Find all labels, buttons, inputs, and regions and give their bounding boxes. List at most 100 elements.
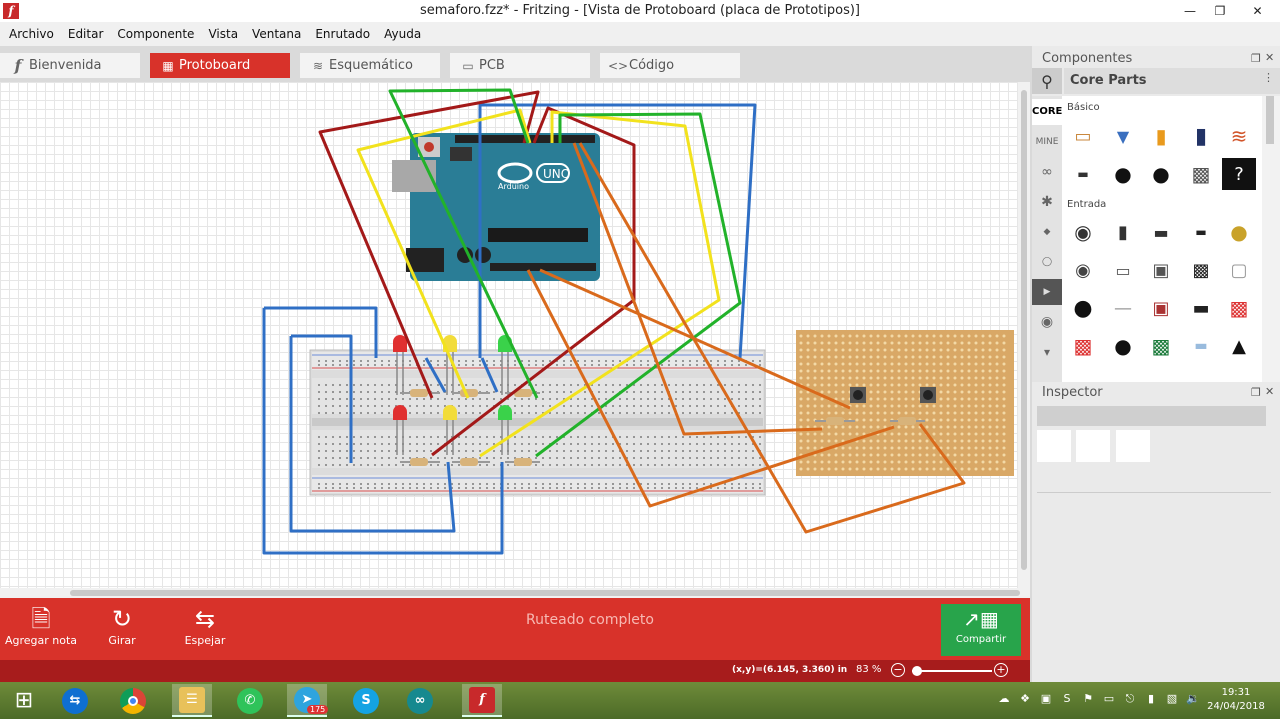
header-part-icon[interactable]: ▬ <box>1184 216 1218 248</box>
switch-part-icon[interactable]: ▩ <box>1184 254 1218 286</box>
trimmer-part-icon[interactable]: ▮ <box>1106 216 1140 248</box>
mystery-part-icon[interactable]: ? <box>1222 158 1256 190</box>
rotate-button[interactable]: ↻ Girar <box>82 604 162 656</box>
display-icon[interactable]: ▭ <box>1101 692 1117 708</box>
battery-icon[interactable]: ▮ <box>1143 692 1159 708</box>
menu-editar[interactable]: Editar <box>61 27 111 41</box>
tilt-sensor-part-icon[interactable]: ▢ <box>1222 254 1256 286</box>
fritzing-bin-icon[interactable]: ✱ <box>1032 189 1062 215</box>
menu-vista[interactable]: Vista <box>201 27 245 41</box>
zoom-slider[interactable] <box>912 670 992 672</box>
potentiometer-part-icon[interactable]: ◉ <box>1066 216 1100 248</box>
bin-tab-mine[interactable]: MINE <box>1032 129 1062 155</box>
usb-icon[interactable]: ⎋ <box>1122 692 1138 708</box>
wire-part-icon[interactable]: — <box>1106 292 1140 324</box>
parts-search-button[interactable]: ⚲ <box>1032 68 1062 94</box>
teamviewer-taskbar-button[interactable]: ⇆ <box>55 684 95 717</box>
reed-switch-part-icon[interactable]: ▬ <box>1184 330 1218 362</box>
components-float-icon[interactable]: ❐ <box>1251 52 1261 65</box>
rotary-encoder-part-icon[interactable]: ◉ <box>1066 254 1100 286</box>
pnp-transistor-part-icon[interactable]: ● <box>1106 158 1140 190</box>
menu-componente[interactable]: Componente <box>110 27 201 41</box>
flag-icon[interactable]: ⚑ <box>1080 692 1096 708</box>
gps-module-part-icon[interactable]: ▩ <box>1144 330 1178 362</box>
tab-protoboard[interactable]: ▦ Protoboard <box>150 53 290 78</box>
arduino-ide-taskbar-button[interactable]: ∞ <box>400 684 440 717</box>
close-button[interactable]: ✕ <box>1235 0 1280 22</box>
pushbutton-2[interactable] <box>920 387 936 403</box>
restore-button[interactable]: ❐ <box>1205 0 1235 22</box>
arduino-uno-board[interactable]: UNO Arduino <box>392 133 600 281</box>
intel-bin-icon[interactable]: ◯ <box>1032 249 1062 275</box>
inductor-part-icon[interactable]: ≋ <box>1222 120 1256 152</box>
bin-menu-icon[interactable]: ⋮ <box>1263 71 1274 84</box>
arduino-bin-icon[interactable]: ∞ <box>1032 159 1062 185</box>
contrib-bin-icon[interactable]: ◉ <box>1032 309 1062 335</box>
seeed-bin-icon[interactable]: ◆ <box>1032 219 1062 245</box>
inspector-title-field <box>1037 406 1266 426</box>
start-button[interactable]: ⊞ <box>4 684 44 717</box>
npn-transistor-part-icon[interactable]: ● <box>1144 158 1178 190</box>
play-bin-icon[interactable]: ▶ <box>1032 279 1062 305</box>
cursor-coordinates: (x,y)=(6.145, 3.360) in <box>732 665 848 675</box>
menu-ventana[interactable]: Ventana <box>245 27 308 41</box>
file-explorer-taskbar-button[interactable]: ☰ <box>172 684 212 717</box>
accelerometer-part-icon[interactable]: ▩ <box>1066 330 1100 362</box>
signal-icon[interactable]: ▧ <box>1164 692 1180 708</box>
add-note-button[interactable]: 🗎 Agregar nota <box>1 604 81 656</box>
fritzing-taskbar-button[interactable]: f <box>462 684 502 717</box>
slide-switch-part-icon[interactable]: ▬ <box>1144 216 1178 248</box>
dropbox-icon[interactable]: ❖ <box>1017 692 1033 708</box>
components-close-icon[interactable]: ✕ <box>1265 51 1274 64</box>
bin-tab-core[interactable]: CORE <box>1032 99 1062 125</box>
share-button[interactable]: ↗▦ Compartir <box>941 604 1021 656</box>
sensor-board-part-icon[interactable]: ▩ <box>1222 292 1256 324</box>
network-share-icon[interactable]: ▣ <box>1038 692 1054 708</box>
electrolytic-capacitor-part-icon[interactable]: ▮ <box>1144 120 1178 152</box>
photocell-part-icon[interactable]: ▣ <box>1144 292 1178 324</box>
zoom-slider-knob[interactable] <box>912 666 922 676</box>
onedrive-icon[interactable]: ☁ <box>996 692 1012 708</box>
perfboard[interactable] <box>796 330 1014 476</box>
more-bins-icon[interactable]: ▾ <box>1032 339 1062 365</box>
tab-esquematico[interactable]: ≋ Esquemático <box>300 53 440 78</box>
power-transistor-part-icon[interactable]: ▩ <box>1184 158 1218 190</box>
chrome-taskbar-button[interactable] <box>113 684 153 717</box>
arduino-brand-label: Arduino <box>498 182 529 191</box>
menu-archivo[interactable]: Archivo <box>2 27 61 41</box>
flip-button[interactable]: ⇆ Espejar <box>165 604 245 656</box>
breadboard-canvas[interactable]: UNO Arduino <box>0 82 1030 598</box>
system-clock[interactable]: 19:31 24/04/2018 <box>1198 686 1274 714</box>
inspector-close-icon[interactable]: ✕ <box>1265 385 1274 398</box>
tab-codigo[interactable]: <> Código <box>600 53 740 78</box>
inspector-float-icon[interactable]: ❐ <box>1251 386 1261 399</box>
skype-taskbar-button[interactable]: S <box>346 684 386 717</box>
pushbutton-1[interactable] <box>850 387 866 403</box>
menu-ayuda[interactable]: Ayuda <box>377 27 428 41</box>
diode-part-icon[interactable]: ▬ <box>1066 158 1100 190</box>
skype-tray-icon[interactable]: S <box>1059 692 1075 708</box>
menu-enrutado[interactable]: Enrutado <box>308 27 377 41</box>
temperature-sensor-part-icon[interactable]: ● <box>1106 330 1140 362</box>
tab-pcb[interactable]: ▭ PCB <box>450 53 590 78</box>
buzzer-part-icon[interactable]: ● <box>1222 216 1256 248</box>
telegram-taskbar-button[interactable]: ➤ 175 <box>287 684 329 717</box>
parts-scroll-thumb[interactable] <box>1266 96 1274 144</box>
tab-bienvenida[interactable]: f Bienvenida <box>0 53 140 78</box>
minimize-button[interactable]: — <box>1175 0 1205 22</box>
canvas-horizontal-scroll-thumb[interactable] <box>70 590 1020 596</box>
zoom-out-button[interactable]: − <box>891 663 905 677</box>
pushbutton-part-icon[interactable]: ▣ <box>1144 254 1178 286</box>
whatsapp-taskbar-button[interactable]: ✆ <box>230 684 270 717</box>
teamviewer-icon: ⇆ <box>62 687 88 714</box>
toggle-switch-part-icon[interactable]: ▭ <box>1106 254 1140 286</box>
ceramic-capacitor-part-icon[interactable]: ▼ <box>1106 120 1140 152</box>
joystick-part-icon[interactable]: ● <box>1066 292 1100 324</box>
resistor-part-icon[interactable]: ▭ <box>1066 120 1100 152</box>
antenna-part-icon[interactable]: ▲ <box>1222 330 1256 362</box>
header-female-part-icon[interactable]: ▬ <box>1184 292 1218 324</box>
canvas-vertical-scroll-thumb[interactable] <box>1021 90 1027 570</box>
breadboard[interactable] <box>309 349 766 496</box>
large-capacitor-part-icon[interactable]: ▮ <box>1184 120 1218 152</box>
zoom-in-button[interactable]: + <box>994 663 1008 677</box>
